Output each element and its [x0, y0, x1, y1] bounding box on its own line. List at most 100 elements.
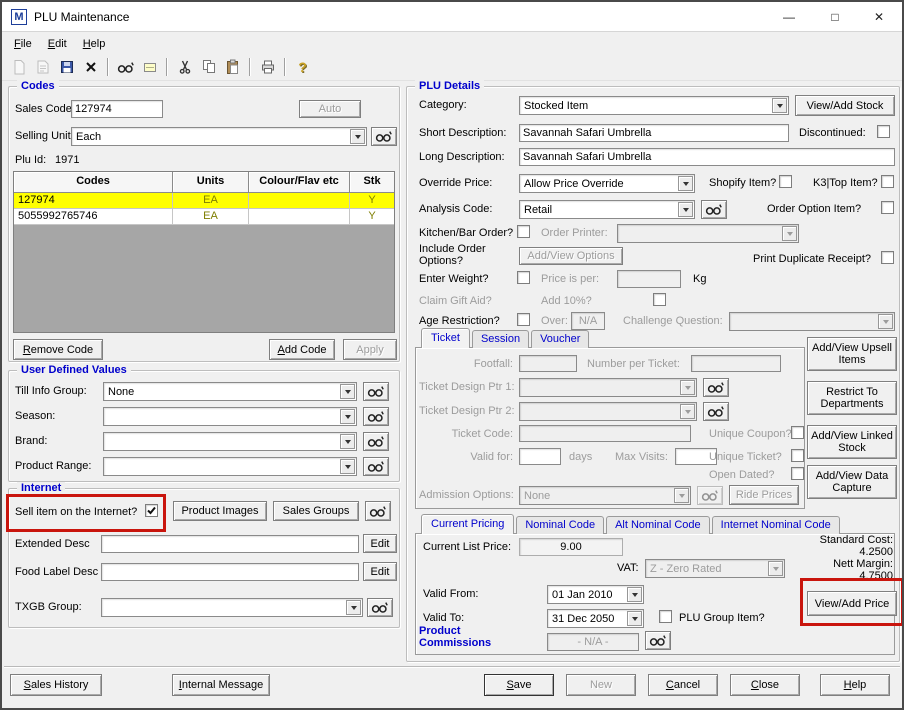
sell-on-internet-checkbox[interactable] — [145, 504, 158, 517]
sales-groups-button[interactable]: Sales Groups — [273, 501, 359, 521]
plu-group-item-checkbox[interactable] — [659, 610, 672, 623]
cancel-button[interactable]: Cancel — [648, 674, 718, 696]
find-brand-button[interactable] — [363, 432, 389, 451]
tab-voucher[interactable]: Voucher — [531, 330, 590, 348]
cut-icon[interactable] — [173, 56, 196, 78]
chevron-down-icon[interactable] — [678, 176, 693, 191]
table-row[interactable]: 5055992765746 EA Y — [14, 209, 394, 225]
price-is-per-input[interactable] — [617, 270, 681, 288]
find-selling-unit-button[interactable] — [371, 127, 397, 146]
find-product-range-button[interactable] — [363, 457, 389, 476]
admission-options-select[interactable]: None — [519, 486, 691, 505]
ride-prices-button[interactable]: Ride Prices — [729, 485, 799, 505]
ticket-code-input[interactable] — [519, 425, 691, 442]
chevron-down-icon[interactable] — [627, 587, 642, 602]
kitchen-bar-order-checkbox[interactable] — [517, 225, 530, 238]
open-document-icon[interactable] — [31, 56, 54, 78]
print-icon[interactable] — [256, 56, 279, 78]
chevron-down-icon[interactable] — [772, 98, 787, 113]
menu-file[interactable]: File — [6, 35, 40, 53]
sales-code-input[interactable] — [71, 100, 163, 118]
tab-nominal-code[interactable]: Nominal Code — [516, 516, 605, 534]
chevron-down-icon[interactable] — [340, 459, 355, 474]
find-commissions-button[interactable] — [645, 631, 671, 650]
edit-food-label-desc-button[interactable]: Edit — [363, 562, 397, 581]
sales-history-button[interactable]: Sales History — [10, 674, 102, 696]
edit-extended-desc-button[interactable]: Edit — [363, 534, 397, 553]
product-range-select[interactable] — [103, 457, 357, 476]
add-view-linked-stock-button[interactable]: Add/View Linked Stock — [807, 425, 897, 459]
category-select[interactable]: Stocked Item — [519, 96, 789, 115]
add-10-percent-checkbox[interactable] — [653, 293, 666, 306]
ticket-design-ptr1-select[interactable] — [519, 378, 697, 397]
till-info-group-select[interactable]: None — [103, 382, 357, 401]
apply-button[interactable]: Apply — [343, 339, 397, 360]
find-binoculars-icon[interactable] — [114, 56, 137, 78]
save-button[interactable]: Save — [484, 674, 554, 696]
footfall-input[interactable] — [519, 355, 577, 372]
delete-icon[interactable] — [79, 56, 102, 78]
tab-session[interactable]: Session — [471, 330, 530, 348]
add-view-options-button[interactable]: Add/View Options — [519, 247, 623, 265]
order-printer-select[interactable] — [617, 224, 799, 243]
valid-from-datepicker[interactable]: 01 Jan 2010 — [547, 585, 644, 604]
extended-desc-input[interactable] — [101, 535, 359, 553]
txgb-group-select[interactable] — [101, 598, 363, 617]
new-button[interactable]: New — [566, 674, 636, 696]
internal-message-button[interactable]: Internal Message — [172, 674, 270, 696]
chevron-down-icon[interactable] — [678, 202, 693, 217]
current-list-price-input[interactable]: 9.00 — [519, 538, 623, 556]
analysis-code-select[interactable]: Retail — [519, 200, 695, 219]
view-add-price-button[interactable]: View/Add Price — [807, 591, 897, 616]
enter-weight-checkbox[interactable] — [517, 271, 530, 284]
chevron-down-icon[interactable] — [340, 409, 355, 424]
find-ticket-design-ptr2-button[interactable] — [703, 402, 729, 421]
paste-icon[interactable] — [221, 56, 244, 78]
add-view-data-capture-button[interactable]: Add/View Data Capture — [807, 465, 897, 499]
find-analysis-code-button[interactable] — [701, 200, 727, 219]
menu-edit[interactable]: Edit — [40, 35, 75, 53]
chevron-down-icon[interactable] — [340, 434, 355, 449]
valid-to-datepicker[interactable]: 31 Dec 2050 — [547, 609, 644, 628]
find-sales-groups-button[interactable] — [365, 501, 391, 521]
ticket-design-ptr2-select[interactable] — [519, 402, 697, 421]
remove-code-button[interactable]: Remove Code — [13, 339, 103, 360]
new-document-icon[interactable] — [7, 56, 30, 78]
tab-alt-nominal-code[interactable]: Alt Nominal Code — [606, 516, 710, 534]
chevron-down-icon[interactable] — [340, 384, 355, 399]
save-icon[interactable] — [55, 56, 78, 78]
discontinued-checkbox[interactable] — [877, 125, 890, 138]
table-row-selected[interactable]: 127974 EA Y — [14, 193, 394, 209]
find-ticket-design-ptr1-button[interactable] — [703, 378, 729, 397]
tab-internet-nominal-code[interactable]: Internet Nominal Code — [711, 516, 840, 534]
long-description-input[interactable] — [519, 148, 895, 166]
food-label-desc-input[interactable] — [101, 563, 359, 581]
minimize-button[interactable]: — — [768, 2, 810, 32]
vat-select[interactable]: Z - Zero Rated — [645, 559, 785, 578]
tab-current-pricing[interactable]: Current Pricing — [421, 514, 515, 534]
unique-coupon-checkbox[interactable] — [791, 426, 804, 439]
short-description-input[interactable] — [519, 124, 789, 142]
view-add-stock-button[interactable]: View/Add Stock — [795, 95, 895, 116]
auto-button[interactable]: Auto — [299, 100, 361, 118]
open-dated-checkbox[interactable] — [791, 467, 804, 480]
help-button[interactable]: Help — [820, 674, 890, 696]
print-duplicate-receipt-checkbox[interactable] — [881, 251, 894, 264]
unique-ticket-checkbox[interactable] — [791, 449, 804, 462]
chevron-down-icon[interactable] — [350, 129, 365, 144]
add-code-button[interactable]: Add Code — [269, 339, 335, 360]
number-per-ticket-input[interactable] — [691, 355, 781, 372]
season-select[interactable] — [103, 407, 357, 426]
help-icon[interactable]: ? — [291, 56, 314, 78]
tab-ticket[interactable]: Ticket — [421, 328, 470, 348]
find-txgb-button[interactable] — [367, 598, 393, 617]
close-button[interactable]: ✕ — [858, 2, 900, 32]
override-price-select[interactable]: Allow Price Override — [519, 174, 695, 193]
find-admission-options-button[interactable] — [697, 486, 723, 505]
restrict-to-departments-button[interactable]: Restrict To Departments — [807, 381, 897, 415]
chevron-down-icon[interactable] — [346, 600, 361, 615]
brand-select[interactable] — [103, 432, 357, 451]
find-till-info-button[interactable] — [363, 382, 389, 401]
price-label-icon[interactable] — [138, 56, 161, 78]
find-season-button[interactable] — [363, 407, 389, 426]
